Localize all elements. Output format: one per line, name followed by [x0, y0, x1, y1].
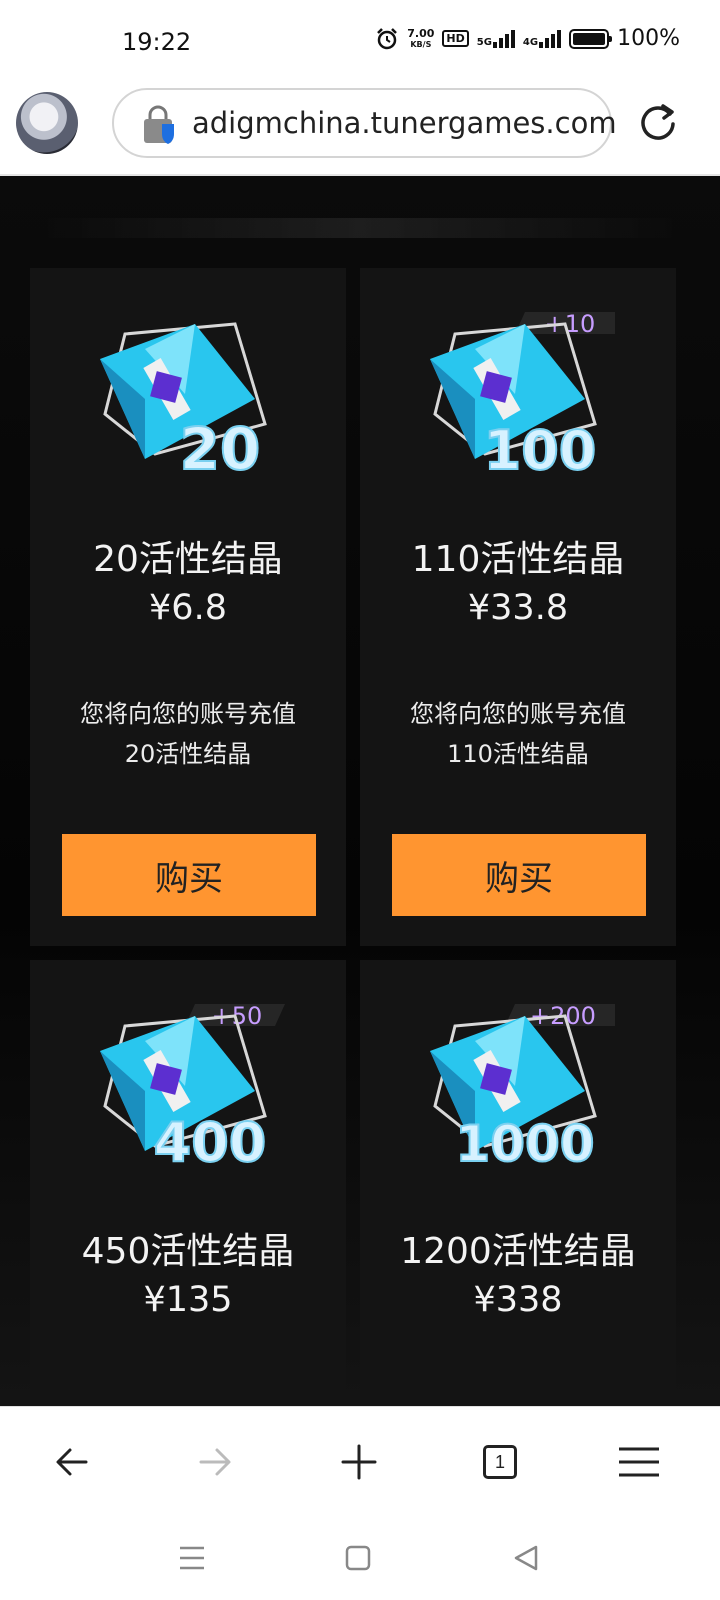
address-bar: adigmchina.tunergames.com	[0, 84, 720, 176]
product-desc-line1: 您将向您的账号充值	[80, 700, 296, 728]
network-speed: 7.00 KB/S	[407, 28, 434, 50]
product-desc-line2: 110活性结晶	[447, 740, 589, 768]
battery-icon	[569, 28, 613, 49]
battery-percent: 100%	[617, 26, 680, 51]
net-speed-value: 7.00	[407, 26, 435, 40]
net-speed-unit: KB/S	[410, 39, 432, 49]
triangle-back-icon	[514, 1545, 538, 1571]
product-title: 110活性结晶	[411, 539, 625, 580]
system-menu-button[interactable]	[172, 1538, 212, 1578]
product-title: 20活性结晶	[93, 539, 283, 580]
crystal-icon: +50 400	[100, 1002, 285, 1175]
product-card: +10 100 110活性结晶 ¥33.8 您将向您的账号充值 110活性结晶 …	[360, 268, 676, 946]
arrow-left-icon	[56, 1448, 88, 1476]
product-desc-line1: 您将向您的账号充值	[410, 700, 626, 728]
product-card: +50 400 450活性结晶 ¥135	[30, 960, 346, 1406]
status-bar: 19:22 7.00 KB/S HD 5G 4G 100%	[0, 0, 720, 84]
crystal-badge: 1000	[455, 1115, 594, 1173]
square-icon	[345, 1545, 371, 1571]
crystal-badge: 100	[484, 419, 597, 482]
product-price: ¥6.8	[149, 588, 227, 628]
product-card: +200 1000 1200活性结晶 ¥338	[360, 960, 676, 1406]
product-description: 您将向您的账号充值 110活性结晶	[360, 694, 676, 774]
system-home-button[interactable]	[338, 1538, 378, 1578]
tab-count: 1	[483, 1445, 517, 1479]
system-navigation-bar	[0, 1516, 720, 1600]
crystal-icon: +10 100	[430, 310, 615, 483]
back-button[interactable]	[47, 1437, 97, 1487]
reload-icon[interactable]	[638, 102, 678, 142]
forward-button[interactable]	[190, 1437, 240, 1487]
hamburger-menu-icon	[619, 1447, 659, 1477]
crystal-icon: 20	[100, 322, 267, 484]
store-content[interactable]: 20 20活性结晶 ¥6.8 您将向您的账号充值 20活性结晶 购买 +10 1…	[0, 176, 720, 1406]
product-price: ¥135	[143, 1280, 233, 1320]
status-icons: 7.00 KB/S HD 5G 4G 100%	[375, 26, 680, 51]
product-description: 您将向您的账号充值 20活性结晶	[30, 694, 346, 774]
status-time: 19:22	[122, 28, 192, 56]
new-tab-button[interactable]	[334, 1437, 384, 1487]
product-desc-line2: 20活性结晶	[124, 740, 252, 768]
signal-4g-label: 4G	[522, 36, 539, 48]
product-title: 450活性结晶	[81, 1231, 295, 1272]
tabs-button[interactable]: 1	[475, 1437, 525, 1487]
menu-button[interactable]	[614, 1437, 664, 1487]
product-card: 20 20活性结晶 ¥6.8 您将向您的账号充值 20活性结晶 购买	[30, 268, 346, 946]
menu-lines-icon	[180, 1546, 204, 1570]
alarm-icon	[377, 27, 398, 49]
profile-avatar[interactable]	[16, 92, 78, 154]
product-price: ¥338	[473, 1280, 563, 1320]
hd-icon: HD	[442, 30, 469, 47]
system-back-button[interactable]	[506, 1538, 546, 1578]
crystal-icon: +200 1000	[430, 1002, 615, 1174]
browser-toolbar: 1	[0, 1406, 720, 1516]
plus-icon	[341, 1444, 377, 1480]
url-text: adigmchina.tunergames.com	[192, 106, 617, 140]
crystal-badge: 400	[154, 1111, 267, 1174]
signal-4g-icon: 4G	[522, 29, 562, 48]
buy-button[interactable]: 购买	[392, 834, 646, 916]
url-field[interactable]: adigmchina.tunergames.com	[112, 88, 617, 158]
arrow-right-icon	[199, 1448, 231, 1476]
product-title: 1200活性结晶	[400, 1231, 636, 1272]
signal-5g-icon: 5G	[476, 29, 515, 48]
signal-5g-label: 5G	[476, 36, 492, 48]
crystal-badge: 20	[180, 415, 261, 483]
buy-button[interactable]: 购买	[62, 834, 316, 916]
product-price: ¥33.8	[467, 588, 569, 628]
lock-shield-icon[interactable]	[140, 104, 180, 144]
